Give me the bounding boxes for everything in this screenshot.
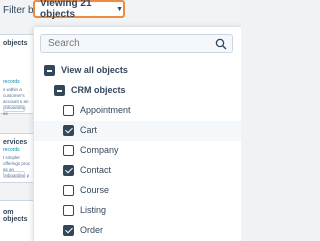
object-label: Order: [80, 225, 104, 235]
appointment-checkbox[interactable]: [63, 105, 74, 116]
crm-objects-label: CRM objects: [71, 85, 126, 95]
card-text: s within a customer's account s an onboa…: [3, 87, 29, 116]
objects-dropdown-menu: View all objects CRM objects Appointment…: [33, 26, 241, 241]
card-pill[interactable]: [3, 105, 25, 112]
object-option-listing[interactable]: Listing: [34, 201, 241, 221]
view-all-objects-option[interactable]: View all objects: [34, 61, 241, 81]
object-label: Course: [80, 185, 110, 195]
company-checkbox[interactable]: [63, 145, 74, 156]
card-header: ervices: [3, 139, 28, 146]
listing-checkbox[interactable]: [63, 205, 74, 216]
object-label: Listing: [80, 205, 107, 215]
crm-objects-checkbox[interactable]: [54, 85, 65, 96]
search-input[interactable]: [40, 34, 233, 53]
filter-bar: Filter by: Viewing 21 objects ▼: [0, 0, 241, 24]
object-label: Appointment: [80, 105, 131, 115]
order-checkbox[interactable]: [63, 225, 74, 236]
page: objects records s within a customer's ac…: [0, 0, 241, 241]
card-link[interactable]: records: [3, 79, 20, 85]
view-all-label: View all objects: [61, 65, 128, 75]
course-checkbox[interactable]: [63, 185, 74, 196]
object-option-appointment[interactable]: Appointment: [34, 101, 241, 121]
object-label: Cart: [80, 125, 98, 135]
object-label: Contact: [80, 165, 112, 175]
object-option-contact[interactable]: Contact: [34, 161, 241, 181]
caret-down-icon: ▼: [116, 5, 123, 13]
search-icon[interactable]: [215, 38, 227, 50]
object-option-order[interactable]: Order: [34, 221, 241, 241]
card-link[interactable]: records: [3, 147, 20, 153]
object-label: Company: [80, 145, 119, 155]
crm-objects-group-option[interactable]: CRM objects: [34, 81, 241, 101]
object-option-course[interactable]: Course: [34, 181, 241, 201]
card-header: objects: [3, 40, 28, 47]
cart-checkbox[interactable]: [63, 125, 74, 136]
view-all-checkbox[interactable]: [44, 65, 55, 76]
object-option-cart[interactable]: Cart: [34, 121, 241, 141]
object-option-company[interactable]: Company: [34, 141, 241, 161]
filter-button-label: Viewing 21 objects: [40, 0, 92, 20]
card-pill[interactable]: [3, 171, 25, 178]
contact-checkbox[interactable]: [63, 165, 74, 176]
objects-filter-dropdown-button[interactable]: Viewing 21 objects ▼: [33, 0, 125, 20]
